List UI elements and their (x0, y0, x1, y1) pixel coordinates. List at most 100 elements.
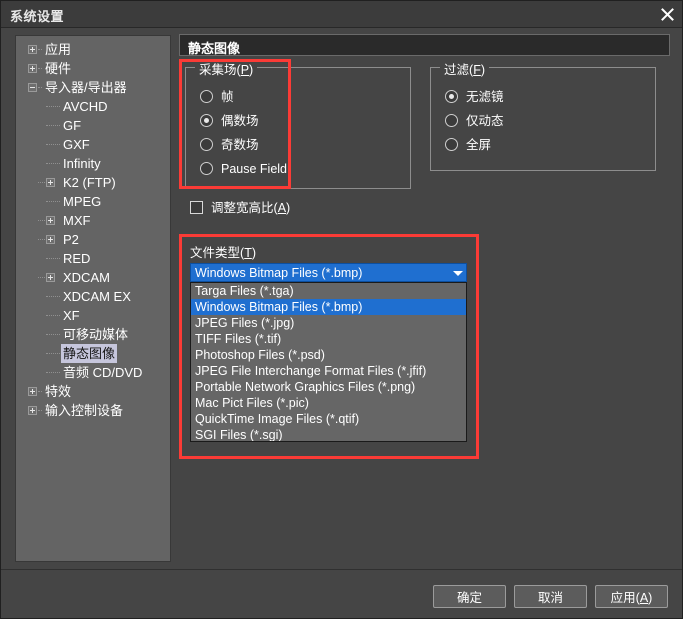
tree-connector (46, 144, 60, 146)
tree-connector (38, 391, 42, 393)
sidebar-item-5[interactable]: GXF (16, 135, 170, 154)
sidebar-item-8[interactable]: MPEG (16, 192, 170, 211)
file-type-option-0[interactable]: Targa Files (*.tga) (191, 283, 466, 299)
sidebar-item-label: GF (63, 118, 82, 133)
content-header: 静态图像 (179, 34, 670, 56)
tree-connector (46, 201, 60, 203)
sidebar-item-9[interactable]: MXF (16, 211, 170, 230)
radio-icon[interactable] (445, 138, 458, 151)
file-type-option-6[interactable]: Portable Network Graphics Files (*.png) (191, 379, 466, 395)
sidebar-item-label: 导入器/导出器 (45, 80, 127, 95)
filter-title-text: 过滤 (444, 63, 470, 77)
tree-connector (38, 87, 42, 89)
file-type-option-3[interactable]: TIFF Files (*.tif) (191, 331, 466, 347)
sidebar-item-label: 静态图像 (61, 344, 118, 363)
sidebar-item-label: 特效 (45, 384, 72, 399)
sidebar-item-label: XDCAM (63, 270, 110, 285)
title-bar: 系统设置 (1, 1, 682, 28)
file-type-option-1[interactable]: Windows Bitmap Files (*.bmp) (191, 299, 466, 315)
sidebar-item-label: 输入控制设备 (45, 403, 124, 418)
expand-icon[interactable] (46, 178, 55, 187)
chevron-down-icon[interactable] (449, 264, 466, 281)
sidebar-item-0[interactable]: 应用 (16, 40, 170, 59)
filter-option-label: 无滤镜 (466, 90, 504, 104)
sidebar-item-14[interactable]: XF (16, 306, 170, 325)
sidebar-item-13[interactable]: XDCAM EX (16, 287, 170, 306)
apply-button[interactable]: 应用(A) (595, 585, 668, 608)
capture-field-option-label: Pause Field (221, 162, 288, 176)
file-type-option-2[interactable]: JPEG Files (*.jpg) (191, 315, 466, 331)
system-settings-dialog: 系统设置 应用硬件导入器/导出器 AVCHD GF GXF Infinity K2 (FT… (0, 0, 683, 619)
filter-option-label: 仅动态 (466, 114, 504, 128)
file-type-option-4[interactable]: Photoshop Files (*.psd) (191, 347, 466, 363)
sidebar-item-18[interactable]: 特效 (16, 382, 170, 401)
expand-icon[interactable] (28, 387, 37, 396)
sidebar-item-2[interactable]: 导入器/导出器 (16, 78, 170, 97)
expand-icon[interactable] (28, 406, 37, 415)
file-type-dropdown-list[interactable]: Targa Files (*.tga) Windows Bitmap Files … (190, 282, 467, 442)
sidebar-item-label: P2 (63, 232, 79, 247)
capture-field-option-label: 奇数场 (221, 138, 259, 152)
collapse-icon[interactable] (28, 83, 37, 92)
settings-tree-panel[interactable]: 应用硬件导入器/导出器 AVCHD GF GXF Infinity K2 (FTP) MPE… (15, 35, 171, 562)
file-type-option-7[interactable]: Mac Pict Files (*.pic) (191, 395, 466, 411)
tree-connector (46, 106, 60, 108)
radio-icon[interactable] (445, 114, 458, 127)
capture-field-option-label: 帧 (221, 90, 234, 104)
tree-connector (46, 315, 60, 317)
file-type-option-8[interactable]: QuickTime Image Files (*.qtif) (191, 411, 466, 427)
sidebar-item-label: XDCAM EX (63, 289, 131, 304)
adjust-aspect-ratio-checkbox[interactable] (190, 201, 203, 214)
radio-icon[interactable] (445, 90, 458, 103)
sidebar-item-10[interactable]: P2 (16, 230, 170, 249)
file-type-option-9[interactable]: SGI Files (*.sgi) (191, 427, 466, 441)
filter-group: 过滤(F) 无滤镜 仅动态 全屏 (430, 59, 656, 171)
capture-field-option-label: 偶数场 (221, 114, 259, 128)
file-type-selected-value: Windows Bitmap Files (*.bmp) (195, 266, 363, 280)
sidebar-item-3[interactable]: AVCHD (16, 97, 170, 116)
file-type-accel: T (244, 246, 252, 260)
tree-connector (46, 258, 60, 260)
tree-connector (46, 372, 60, 374)
sidebar-item-7[interactable]: K2 (FTP) (16, 173, 170, 192)
file-type-label: 文件类型(T) (190, 246, 256, 260)
sidebar-item-label: AVCHD (63, 99, 108, 114)
tree-connector (46, 353, 60, 355)
tree-connector (46, 334, 60, 336)
sidebar-item-12[interactable]: XDCAM (16, 268, 170, 287)
expand-icon[interactable] (28, 45, 37, 54)
sidebar-item-label: 可移动媒体 (63, 327, 129, 342)
tree-connector (38, 220, 45, 222)
expand-icon[interactable] (46, 216, 55, 225)
ok-button[interactable]: 确定 (433, 585, 506, 608)
settings-tree: 应用硬件导入器/导出器 AVCHD GF GXF Infinity K2 (FTP) MPE… (16, 36, 170, 420)
cancel-button[interactable]: 取消 (514, 585, 587, 608)
tree-connector (38, 49, 42, 51)
capture-field-group-title: 采集场(P) (195, 59, 258, 78)
sidebar-item-16[interactable]: 静态图像 (16, 344, 170, 363)
radio-icon[interactable] (200, 114, 213, 127)
radio-icon[interactable] (200, 90, 213, 103)
file-type-option-5[interactable]: JPEG File Interchange Format Files (*.jf… (191, 363, 466, 379)
file-type-combobox[interactable]: Windows Bitmap Files (*.bmp) (190, 263, 467, 282)
sidebar-item-15[interactable]: 可移动媒体 (16, 325, 170, 344)
capture-field-title-text: 采集场 (199, 63, 237, 77)
sidebar-item-4[interactable]: GF (16, 116, 170, 135)
sidebar-item-19[interactable]: 输入控制设备 (16, 401, 170, 420)
radio-icon[interactable] (200, 138, 213, 151)
expand-icon[interactable] (46, 273, 55, 282)
tree-connector (38, 239, 45, 241)
close-icon[interactable] (656, 4, 678, 25)
sidebar-item-11[interactable]: RED (16, 249, 170, 268)
sidebar-item-17[interactable]: 音频 CD/DVD (16, 363, 170, 382)
sidebar-item-label: MXF (63, 213, 91, 228)
expand-icon[interactable] (28, 64, 37, 73)
sidebar-item-label: 应用 (45, 42, 72, 57)
expand-icon[interactable] (46, 235, 55, 244)
sidebar-item-label: 硬件 (45, 61, 72, 76)
sidebar-item-6[interactable]: Infinity (16, 154, 170, 173)
sidebar-item-1[interactable]: 硬件 (16, 59, 170, 78)
radio-icon[interactable] (200, 162, 213, 175)
sidebar-item-label: MPEG (63, 194, 102, 209)
tree-connector (46, 296, 60, 298)
